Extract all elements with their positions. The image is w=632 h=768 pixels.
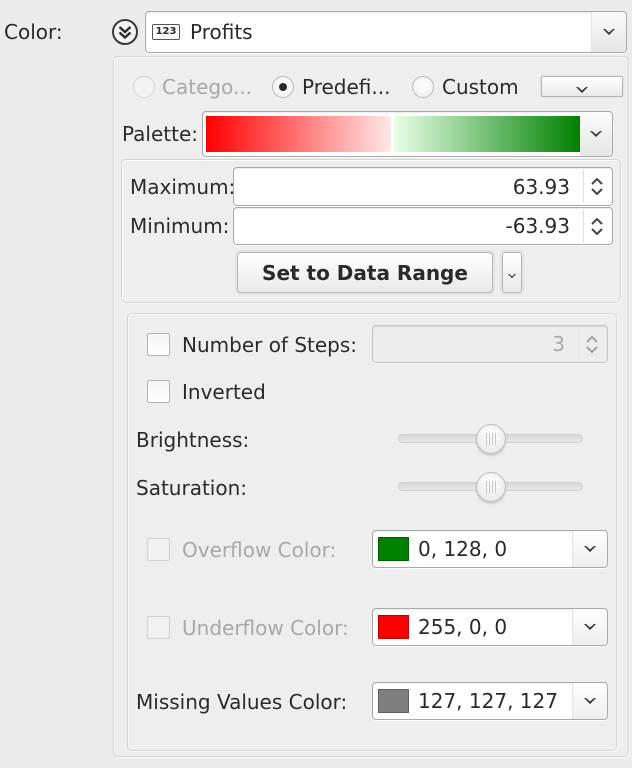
grip-icon: [485, 433, 496, 445]
chevron-down-icon: [507, 272, 517, 280]
column-select[interactable]: 123 Profits: [145, 11, 627, 53]
brightness-label: Brightness:: [136, 428, 250, 452]
column-select-dropdown-button[interactable]: [591, 12, 626, 52]
spin-up-icon[interactable]: [590, 177, 604, 185]
underflow-color-swatch: [378, 615, 409, 639]
radio-custom-label: Custom: [442, 75, 519, 99]
missing-values-color-label: Missing Values Color:: [136, 690, 348, 714]
inverted-label: Inverted: [182, 380, 266, 404]
steps-spinner: [578, 328, 605, 360]
minimum-value: -63.93: [505, 214, 570, 238]
chevron-down-icon: [589, 129, 603, 139]
overflow-color-select[interactable]: 0, 128, 0: [372, 530, 608, 568]
spin-up-icon: [585, 335, 599, 343]
inverted-checkbox[interactable]: [147, 380, 170, 403]
palette-label: Palette:: [122, 122, 199, 146]
number-of-steps-label: Number of Steps:: [182, 333, 358, 357]
radio-predefined-label: Predefi...: [302, 75, 391, 99]
saturation-label: Saturation:: [136, 476, 247, 500]
chevron-down-icon: [602, 27, 616, 37]
maximum-input[interactable]: 63.93: [233, 167, 613, 206]
underflow-color-label: Underflow Color:: [182, 616, 349, 640]
grip-icon: [485, 481, 496, 493]
set-range-options-button[interactable]: [502, 252, 522, 293]
chevron-down-icon: [583, 544, 597, 554]
palette-select[interactable]: [202, 111, 613, 157]
spin-down-icon[interactable]: [590, 188, 604, 196]
saturation-slider-thumb[interactable]: [475, 472, 506, 502]
custom-palette-dropdown-button[interactable]: [541, 76, 623, 97]
color-label: Color:: [4, 20, 63, 44]
chevron-down-icon: [583, 696, 597, 706]
palette-gradient-negative: [206, 116, 391, 152]
overflow-color-swatch: [378, 537, 409, 561]
palette-gradient-positive: [394, 116, 580, 152]
maximum-spinner[interactable]: [583, 170, 610, 203]
column-select-value: Profits: [190, 20, 253, 44]
radio-predefined[interactable]: [272, 76, 294, 98]
radio-categorical-label: Catego...: [162, 75, 253, 99]
underflow-color-select[interactable]: 255, 0, 0: [372, 608, 608, 646]
spin-down-icon[interactable]: [590, 228, 604, 236]
underflow-color-dropdown-button[interactable]: [572, 609, 607, 645]
number-of-steps-input: 3: [372, 325, 608, 363]
underflow-color-checkbox[interactable]: [147, 616, 170, 639]
spin-down-icon: [585, 346, 599, 354]
chevron-down-icon: [583, 622, 597, 632]
collapse-toggle-icon[interactable]: [111, 18, 139, 46]
brightness-slider-thumb[interactable]: [475, 424, 506, 454]
minimum-label: Minimum:: [130, 214, 230, 238]
number-of-steps-checkbox[interactable]: [147, 333, 170, 356]
maximum-value: 63.93: [512, 174, 570, 199]
missing-values-color-swatch: [378, 689, 409, 713]
chevron-down-icon: [575, 85, 589, 95]
radio-categorical: [133, 76, 155, 98]
set-to-data-range-button[interactable]: Set to Data Range: [237, 252, 493, 293]
maximum-label: Maximum:: [130, 175, 236, 199]
number-of-steps-value: 3: [552, 332, 565, 356]
missing-values-color-dropdown-button[interactable]: [572, 683, 607, 719]
minimum-input[interactable]: -63.93: [233, 207, 613, 245]
spin-up-icon[interactable]: [590, 217, 604, 225]
missing-values-color-select[interactable]: 127, 127, 127: [372, 682, 608, 720]
numeric-type-icon: 123: [152, 24, 180, 40]
radio-custom[interactable]: [412, 76, 434, 98]
overflow-color-value: 0, 128, 0: [418, 537, 508, 561]
underflow-color-value: 255, 0, 0: [418, 615, 508, 639]
overflow-color-dropdown-button[interactable]: [572, 531, 607, 567]
overflow-color-label: Overflow Color:: [182, 538, 337, 562]
palette-dropdown-button[interactable]: [580, 112, 612, 156]
missing-values-color-value: 127, 127, 127: [418, 689, 558, 713]
overflow-color-checkbox[interactable]: [147, 538, 170, 561]
minimum-spinner[interactable]: [583, 210, 610, 242]
